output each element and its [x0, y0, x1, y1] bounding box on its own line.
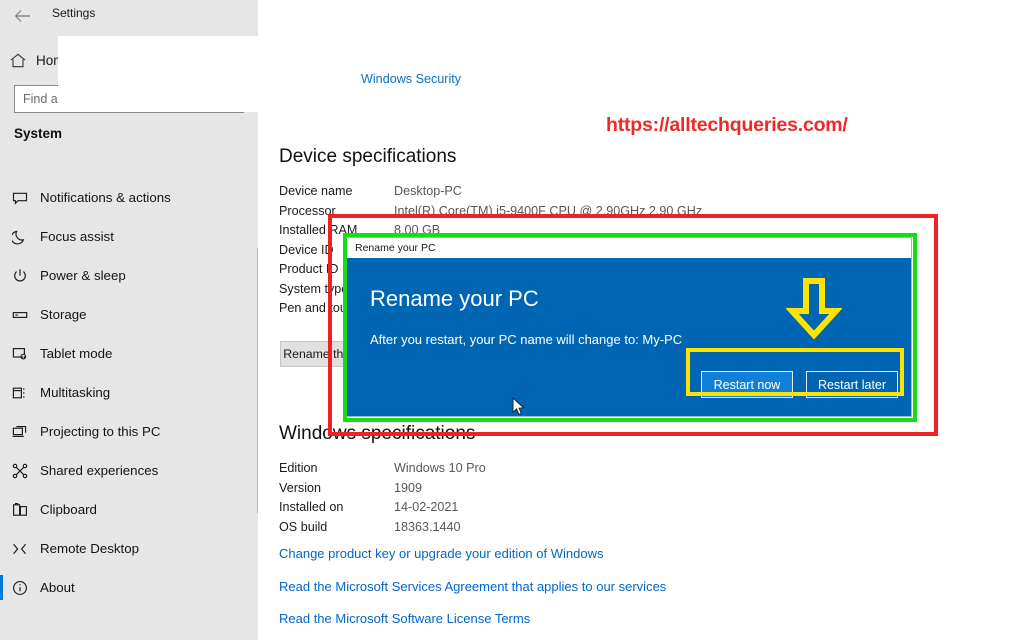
spec-label: Device ID: [279, 242, 334, 257]
sidebar-item-label: Tablet mode: [40, 346, 113, 361]
sidebar-item-focus-assist[interactable]: Focus assist: [0, 217, 258, 256]
spec-label: Processor: [279, 203, 336, 218]
table-row: Processor Intel(R) Core(TM) i5-9400F CPU…: [279, 204, 779, 224]
sidebar-item-label: Power & sleep: [40, 268, 126, 283]
restart-now-button[interactable]: Restart now: [701, 371, 793, 398]
sidebar-item-label: About: [40, 580, 75, 595]
spec-value: 18363.1440: [394, 519, 461, 534]
sidebar-item-label: Clipboard: [40, 502, 97, 517]
sidebar-item-about[interactable]: About: [0, 568, 258, 607]
window-title: Settings: [52, 6, 96, 20]
table-row: Device name Desktop-PC: [279, 184, 779, 204]
windows-specifications-heading: Windows specifications: [279, 423, 476, 444]
sidebar-nav-list: Notifications & actions Focus assist Pow…: [0, 178, 258, 607]
spec-value: 8.00 GB: [394, 223, 441, 237]
table-row: OS build 18363.1440: [279, 520, 779, 540]
power-icon: [0, 268, 40, 284]
spec-label: Device name: [279, 184, 353, 198]
spec-label: System type: [279, 281, 349, 296]
mouse-pointer-icon: [512, 397, 525, 416]
windows-security-link[interactable]: Windows Security: [361, 72, 461, 86]
sidebar-item-label: Shared experiences: [40, 463, 159, 478]
services-agreement-link[interactable]: Read the Microsoft Services Agreement th…: [279, 579, 666, 594]
spec-label: Product ID: [279, 262, 339, 276]
table-row: Installed on 14-02-2021: [279, 500, 779, 520]
dialog-body: Rename your PC After you restart, your P…: [345, 258, 911, 416]
spec-value: Windows 10 Pro: [394, 461, 486, 475]
spec-label: Edition: [279, 461, 318, 475]
sidebar-item-tablet-mode[interactable]: Tablet mode: [0, 334, 258, 373]
dialog-titlebar-label: Rename your PC: [355, 242, 436, 254]
spec-value: 14-02-2021: [394, 500, 459, 514]
projecting-icon: [0, 424, 40, 440]
sidebar-item-remote-desktop[interactable]: Remote Desktop: [0, 529, 258, 568]
sidebar-item-power-and-sleep[interactable]: Power & sleep: [0, 256, 258, 295]
tablet-icon: [0, 346, 40, 362]
spec-label: Installed on: [279, 500, 344, 514]
info-icon: [0, 580, 40, 596]
sidebar-item-label: Multitasking: [40, 385, 111, 400]
dialog-button-row: Restart now Restart later: [345, 258, 911, 416]
table-row: Edition Windows 10 Pro: [279, 461, 779, 481]
spec-value: Desktop-PC: [394, 184, 462, 198]
selection-indicator: [0, 575, 3, 600]
sidebar-item-shared-experiences[interactable]: Shared experiences: [0, 451, 258, 490]
white-overlay-patch: [58, 36, 258, 112]
share-icon: [0, 463, 40, 479]
sidebar-item-label: Storage: [40, 307, 87, 322]
multitasking-icon: [0, 385, 40, 401]
window-titlebar: Settings: [0, 0, 258, 33]
windows-specifications-table: Edition Windows 10 Pro Version 1909 Inst…: [279, 461, 779, 539]
sidebar-group-title: System: [14, 126, 63, 141]
spec-value: Intel(R) Core(TM) i5-9400F CPU @ 2.90GHz…: [394, 203, 703, 218]
settings-window: Settings Home System: [0, 0, 1024, 640]
rename-your-pc-dialog: Rename your PC Rename your PC After you …: [345, 238, 911, 416]
sidebar-item-label: Notifications & actions: [40, 190, 171, 205]
sidebar-item-clipboard[interactable]: Clipboard: [0, 490, 258, 529]
settings-sidebar: Home System Notifications & actions: [0, 33, 260, 640]
table-row: Version 1909: [279, 481, 779, 501]
software-license-terms-link[interactable]: Read the Microsoft Software License Term…: [279, 611, 530, 626]
device-specifications-heading: Device specifications: [279, 146, 457, 167]
sidebar-item-notifications-and-actions[interactable]: Notifications & actions: [0, 178, 258, 217]
clipboard-icon: [0, 502, 40, 518]
sidebar-item-label: Projecting to this PC: [40, 424, 161, 439]
spec-label: Installed RAM: [279, 223, 358, 237]
storage-icon: [0, 307, 40, 323]
spec-label: OS build: [279, 519, 328, 534]
remote-desktop-icon: [0, 541, 40, 557]
sidebar-item-label: Focus assist: [40, 229, 114, 244]
back-arrow-icon[interactable]: [10, 4, 34, 28]
notification-icon: [0, 190, 40, 206]
dialog-titlebar: Rename your PC: [345, 238, 911, 258]
restart-later-button[interactable]: Restart later: [806, 371, 898, 398]
moon-icon: [0, 229, 40, 245]
home-icon: [0, 53, 36, 68]
sidebar-item-multitasking[interactable]: Multitasking: [0, 373, 258, 412]
spec-label: Version: [279, 480, 322, 495]
sidebar-item-projecting-to-this-pc[interactable]: Projecting to this PC: [0, 412, 258, 451]
spec-value: 1909: [394, 480, 423, 495]
sidebar-item-label: Remote Desktop: [40, 541, 140, 556]
site-watermark: https://alltechqueries.com/: [606, 114, 848, 136]
change-product-key-link[interactable]: Change product key or upgrade your editi…: [279, 546, 603, 561]
sidebar-item-storage[interactable]: Storage: [0, 295, 258, 334]
